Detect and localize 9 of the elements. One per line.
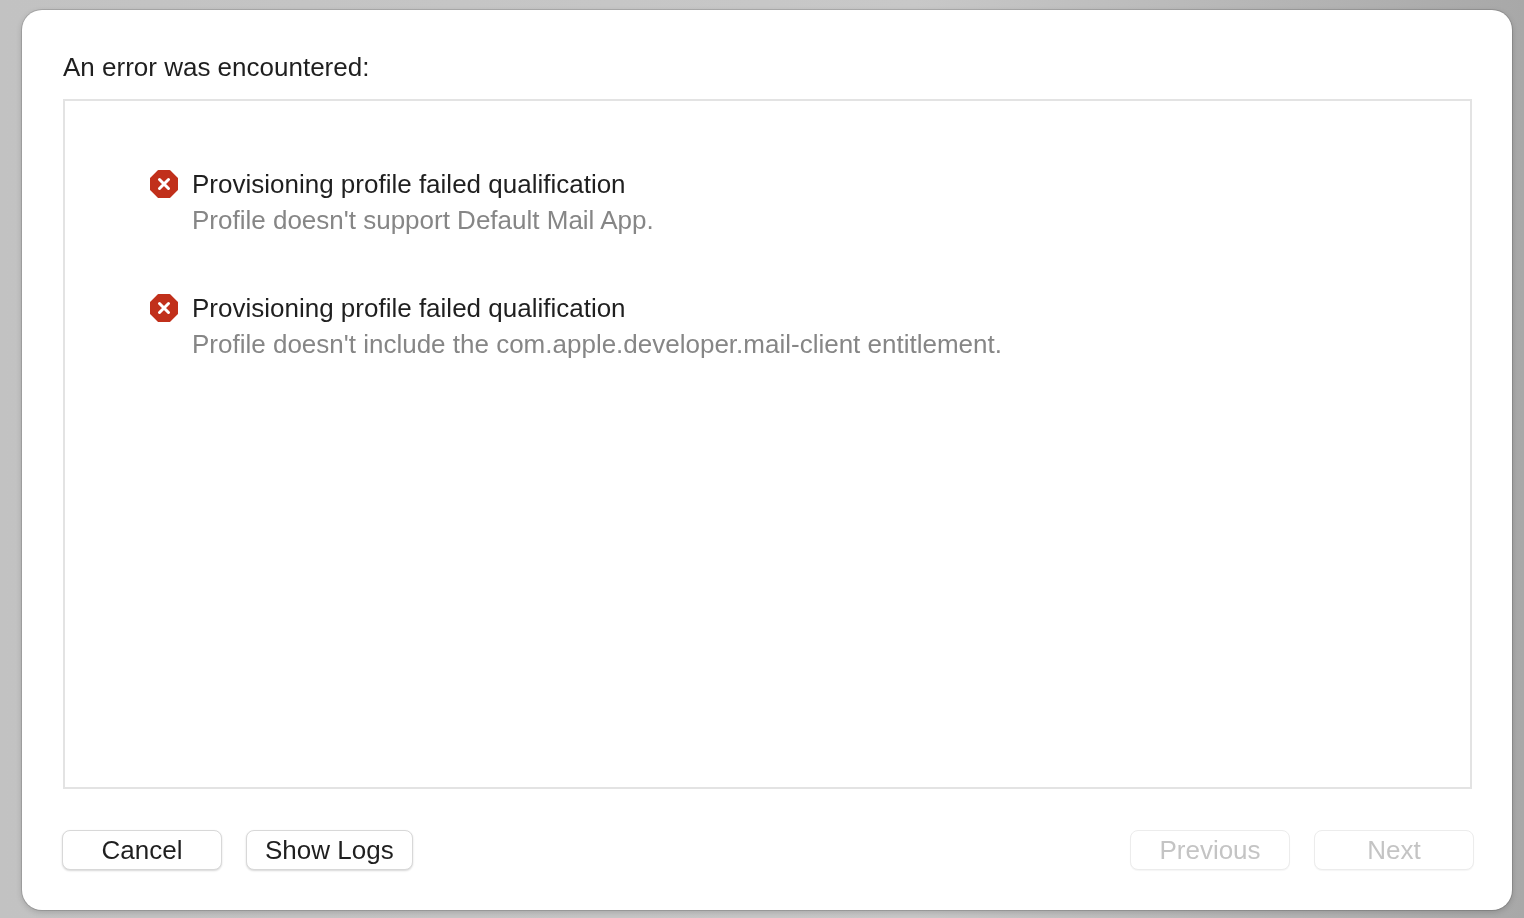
error-icon <box>150 294 178 322</box>
error-detail: Profile doesn't support Default Mail App. <box>192 205 654 235</box>
dialog-heading: An error was encountered: <box>63 52 370 82</box>
dialog-button[interactable]: Cancel <box>62 830 222 870</box>
dialog-button[interactable]: Show Logs <box>246 830 413 870</box>
error-detail: Profile doesn't include the com.apple.developer.mail-client entitlement. <box>192 329 1002 359</box>
error-icon <box>150 170 178 198</box>
error-title: Provisioning profile failed qualification <box>192 293 626 323</box>
error-title: Provisioning profile failed qualification <box>192 169 626 199</box>
